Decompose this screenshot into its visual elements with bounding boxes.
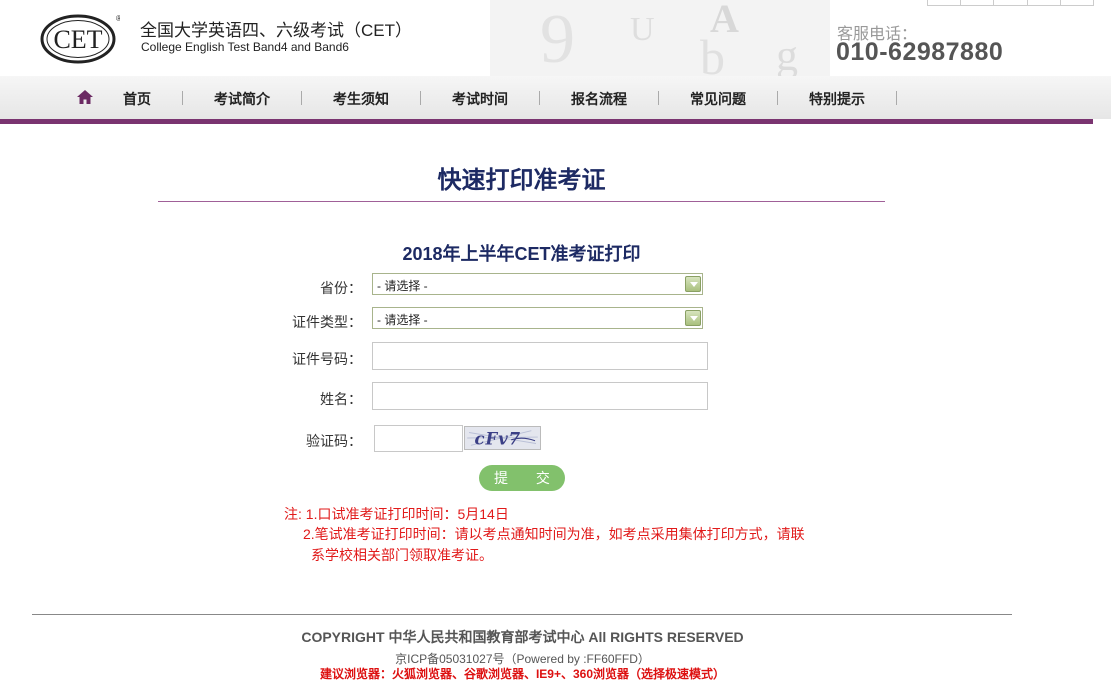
nav-item-registration[interactable]: 报名流程 [571,89,627,109]
nav-item-candidate-notice[interactable]: 考生须知 [333,89,389,109]
page-title: 快速打印准考证 [437,167,606,194]
svg-text:b: b [700,29,725,76]
name-input[interactable] [372,382,708,410]
nav-item-exam-intro[interactable]: 考试简介 [214,89,270,109]
id-type-select[interactable]: - 请选择 - [372,307,703,329]
nav-item-special-notice[interactable]: 特别提示 [809,89,865,109]
site-title-en: College English Test Band4 and Band6 [141,40,349,54]
site-title-cn: 全国大学英语四、六级考试（CET） [140,21,412,40]
id-type-label: 证件类型： [292,314,362,330]
nav-divider [182,91,183,105]
nav-divider [301,91,302,105]
nav-divider [777,91,778,105]
submit-button[interactable]: 提 交 [479,465,565,491]
svg-text:U: U [630,11,655,48]
nav-item-home[interactable]: 首页 [123,89,151,109]
note-line-3: 系学校相关部门领取准考证。 [311,547,493,563]
nav-accent-bar [0,119,1093,124]
chevron-down-icon[interactable] [685,276,701,292]
chevron-down-icon[interactable] [685,310,701,326]
captcha-input[interactable] [374,425,463,452]
svg-text:®: ® [116,14,120,23]
captcha-image[interactable]: cFv7 [464,426,541,450]
nav-divider [539,91,540,105]
note-line-2: 2.笔试准考证打印时间：请以考点通知时间为准，如考点采用集体打印方式，请联 [303,526,805,542]
nav-divider [658,91,659,105]
nav-item-exam-time[interactable]: 考试时间 [452,89,508,109]
logo-text: CET [53,25,102,54]
top-right-tabs [927,0,1095,6]
province-select[interactable]: - 请选择 - [372,273,703,295]
name-label: 姓名： [320,391,362,407]
province-select-value: - 请选择 - [377,279,428,293]
cet-logo: CET ® [40,14,120,64]
id-type-select-value: - 请选择 - [377,313,428,327]
svg-text:9: 9 [540,1,575,76]
form-title: 2018年上半年CET准考证打印 [402,244,641,264]
decorative-letters-background: 9 U A b g [490,0,830,76]
footer-divider [32,614,1012,615]
province-label: 省份： [320,280,362,296]
captcha-label: 验证码： [306,433,362,449]
nav-item-faq[interactable]: 常见问题 [690,89,746,109]
copyright-text: COPYRIGHT 中华人民共和国教育部考试中心 All RIGHTS RESE… [301,629,744,645]
title-divider [158,201,885,202]
service-phone-number: 010-62987880 [836,38,1004,66]
home-icon[interactable] [76,89,94,105]
browser-recommendation: 建议浏览器：火狐浏览器、谷歌浏览器、IE9+、360浏览器（选择极速模式） [319,667,726,681]
id-number-input[interactable] [372,342,708,370]
id-number-label: 证件号码： [292,351,362,367]
svg-text:g: g [776,31,798,76]
main-nav [0,76,1111,119]
note-line-1: 注: 1.口试准考证打印时间：5月14日 [284,506,509,522]
nav-divider [420,91,421,105]
header: CET ® 全国大学英语四、六级考试（CET） College English … [0,0,1111,76]
nav-divider [896,91,897,105]
